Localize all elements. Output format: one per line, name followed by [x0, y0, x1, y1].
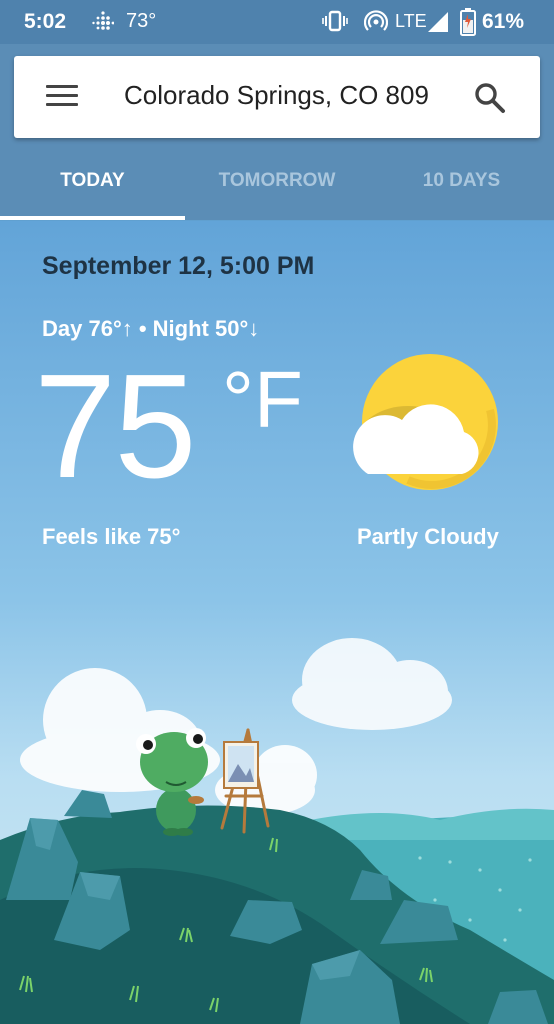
location-search-bar[interactable]: Colorado Springs, CO 809 [14, 56, 540, 138]
tab-10-days[interactable]: 10 DAYS [369, 170, 554, 192]
status-bar: 5:02 73° LTE 61% [0, 0, 554, 44]
forecast-datetime: September 12, 5:00 PM [42, 252, 315, 280]
menu-icon[interactable] [46, 85, 78, 109]
vibrate-icon [322, 10, 348, 32]
tab-today[interactable]: TODAY [0, 170, 185, 192]
status-temperature: 73° [126, 10, 157, 32]
hotspot-icon [364, 10, 388, 31]
battery-percent: 61% [482, 10, 525, 33]
search-icon[interactable] [474, 82, 506, 114]
status-time: 5:02 [24, 10, 67, 33]
temperature-unit[interactable]: °F [222, 360, 303, 440]
signal-icon [428, 12, 448, 32]
app-header: Colorado Springs, CO 809 TODAY TOMORROW … [0, 44, 554, 220]
partly-cloudy-icon [353, 354, 498, 490]
feels-like: Feels like 75° [42, 524, 181, 549]
location-input[interactable]: Colorado Springs, CO 809 [124, 80, 429, 111]
fitbit-icon [92, 11, 114, 30]
network-label: LTE [395, 11, 427, 31]
forecast-tabs: TODAY TOMORROW 10 DAYS [0, 160, 554, 220]
active-tab-indicator [0, 216, 185, 220]
current-temperature: 75 [34, 344, 197, 509]
weather-condition: Partly Cloudy [357, 524, 499, 549]
tab-tomorrow[interactable]: TOMORROW [185, 170, 369, 192]
day-night-temps: Day 76°↑ • Night 50°↓ [42, 316, 260, 341]
frog-landscape-illustration [0, 638, 554, 1024]
battery-icon [460, 8, 476, 36]
